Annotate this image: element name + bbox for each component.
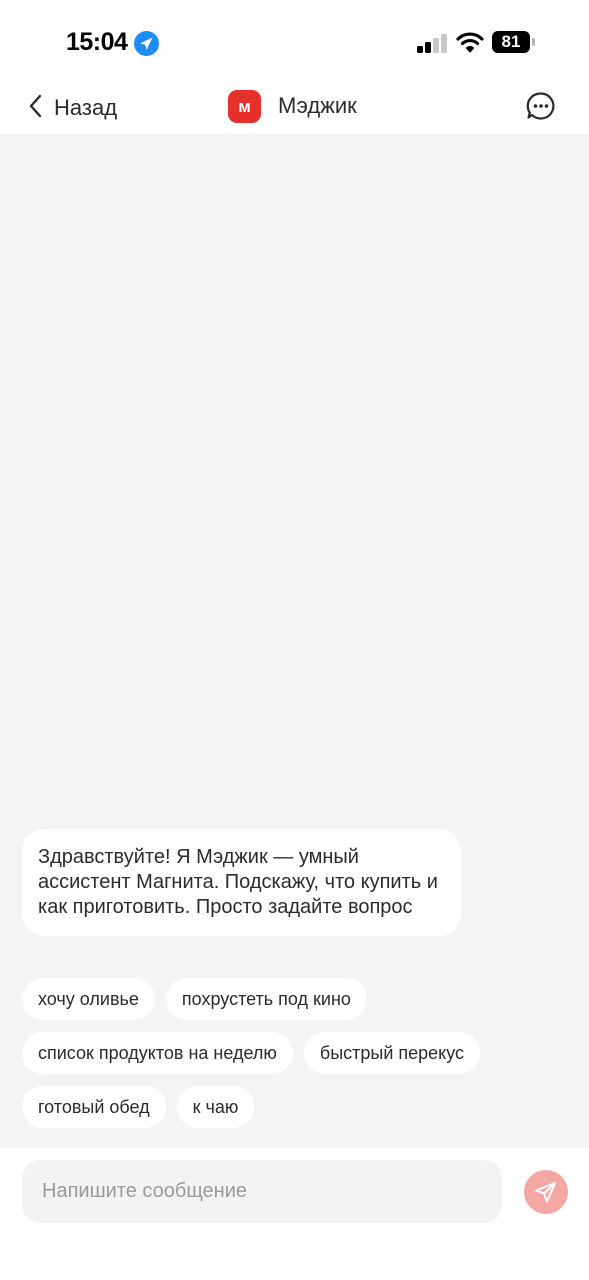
status-bar: 15:04 81 [0,0,589,80]
chat-header: м Мэджик [228,88,357,124]
send-button[interactable] [524,1170,568,1214]
back-label: Назад [54,95,118,120]
wifi-icon [456,31,484,53]
chevron-left-icon [28,94,42,123]
navigation-bar: Назад м Мэджик [0,80,589,134]
page-title: Мэджик [278,93,357,118]
suggestion-chip-quick-snack[interactable]: быстрый перекус [303,1032,481,1074]
message-input[interactable] [22,1160,502,1223]
bot-greeting-message: Здравствуйте! Я Мэджик — умный ассистент… [22,829,461,936]
battery-icon: 81 [492,31,536,53]
message-composer [0,1148,589,1280]
suggestion-chips: хочу оливье похрустеть под кино список п… [22,978,562,1128]
chat-menu-button[interactable] [525,90,557,122]
chat-bubble-dots-icon [525,92,557,126]
location-arrow-icon [134,31,159,56]
send-paper-plane-icon [524,1170,568,1214]
suggestion-chip-ready-lunch[interactable]: готовый обед [22,1086,166,1128]
cellular-signal-icon [417,33,449,53]
back-button[interactable]: Назад [28,88,117,128]
suggestion-chip-for-tea[interactable]: к чаю [176,1086,255,1128]
battery-level: 81 [492,31,530,53]
suggestion-chip-olivier[interactable]: хочу оливье [22,978,155,1020]
suggestion-chip-movie-snack[interactable]: похрустеть под кино [165,978,367,1020]
chat-area[interactable]: Здравствуйте! Я Мэджик — умный ассистент… [0,134,589,1148]
suggestion-chip-weekly-list[interactable]: список продуктов на неделю [22,1032,293,1074]
status-time: 15:04 [66,28,128,56]
magnit-logo-icon: м [228,89,261,123]
